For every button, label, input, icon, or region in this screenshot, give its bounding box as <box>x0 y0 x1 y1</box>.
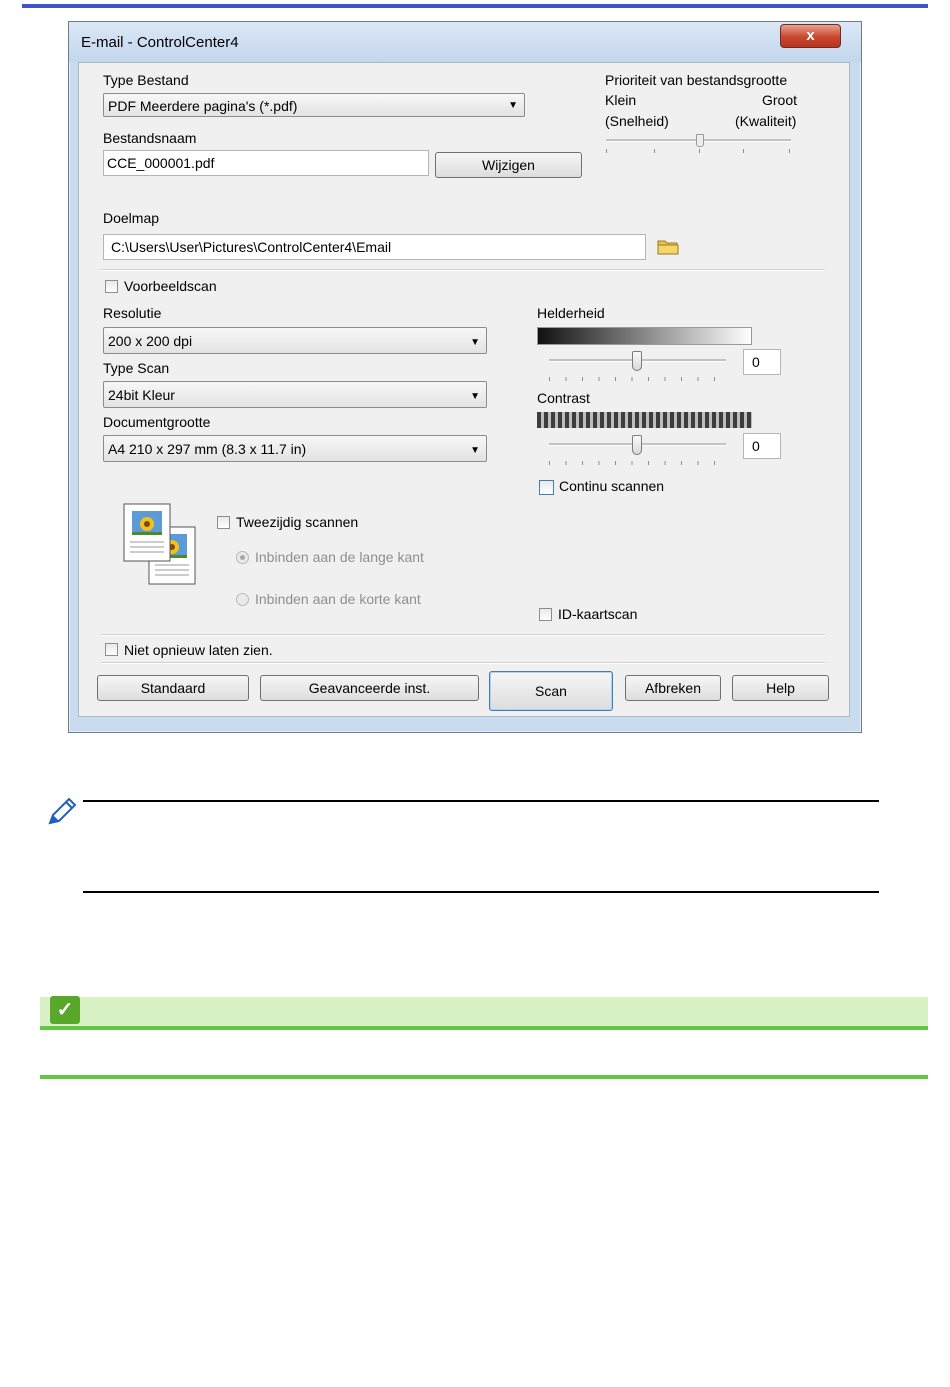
page-top-bar <box>22 4 928 8</box>
resolution-value: 200 x 200 dpi <box>108 333 193 349</box>
chevron-down-icon: ▼ <box>470 337 480 348</box>
chevron-down-icon: ▼ <box>508 100 518 111</box>
continuous-scan-label: Continu scannen <box>559 478 665 494</box>
pencil-icon <box>44 796 78 830</box>
document-size-value: A4 210 x 297 mm (8.3 x 11.7 in) <box>108 441 307 457</box>
brightness-slider-thumb[interactable] <box>632 351 642 371</box>
id-card-scan-label: ID-kaartscan <box>558 606 638 622</box>
chevron-down-icon: ▼ <box>470 391 480 402</box>
long-edge-label: Inbinden aan de lange kant <box>255 549 424 565</box>
preview-scan-label: Voorbeeldscan <box>124 278 217 294</box>
priority-tick <box>789 149 790 153</box>
priority-quality-label: (Kwaliteit) <box>735 113 797 129</box>
default-button[interactable]: Standaard <box>97 675 249 701</box>
document-size-select[interactable]: A4 210 x 297 mm (8.3 x 11.7 in) ▼ <box>103 435 487 462</box>
file-name-label: Bestandsnaam <box>103 130 197 146</box>
brightness-value-field[interactable]: 0 <box>743 349 781 375</box>
dont-show-again-checkbox[interactable] <box>105 643 118 656</box>
preview-scan-checkbox[interactable] <box>105 280 118 293</box>
window-title: E-mail - ControlCenter4 <box>81 34 239 51</box>
chevron-down-icon: ▼ <box>470 445 480 456</box>
checkmark-icon: ✓ <box>50 996 80 1024</box>
file-type-value: PDF Meerdere pagina's (*.pdf) <box>108 98 298 114</box>
duplex-document-icon <box>123 503 199 587</box>
brightness-ticks <box>549 377 726 381</box>
email-dialog-window: E-mail - ControlCenter4 x Type Bestand P… <box>68 21 862 733</box>
scan-type-label: Type Scan <box>103 360 170 376</box>
brightness-label: Helderheid <box>537 305 605 321</box>
note-top-rule <box>83 800 879 802</box>
contrast-value-field[interactable]: 0 <box>743 433 781 459</box>
cancel-button[interactable]: Afbreken <box>625 675 721 701</box>
destination-label: Doelmap <box>103 210 160 226</box>
separator <box>101 634 825 636</box>
id-card-scan-checkbox[interactable] <box>539 608 552 621</box>
priority-tick <box>699 149 700 153</box>
change-filename-button[interactable]: Wijzigen <box>435 152 582 178</box>
separator <box>101 662 825 664</box>
continuous-scan-checkbox[interactable] <box>539 480 554 495</box>
priority-tick <box>606 149 607 153</box>
destination-path-field[interactable]: C:\Users\User\Pictures\ControlCenter4\Em… <box>103 234 646 260</box>
priority-speed-label: (Snelheid) <box>605 113 669 129</box>
help-button[interactable]: Help <box>732 675 829 701</box>
contrast-pattern-bar <box>537 412 752 428</box>
duplex-scan-checkbox[interactable] <box>217 516 230 529</box>
duplex-scan-label: Tweezijdig scannen <box>236 514 359 530</box>
related-info-bottom-line <box>40 1075 928 1079</box>
short-edge-label: Inbinden aan de korte kant <box>255 591 421 607</box>
long-edge-radio[interactable] <box>236 551 249 564</box>
resolution-select[interactable]: 200 x 200 dpi ▼ <box>103 327 487 354</box>
contrast-ticks <box>549 461 726 465</box>
priority-tick <box>654 149 655 153</box>
file-type-select[interactable]: PDF Meerdere pagina's (*.pdf) ▼ <box>103 93 525 117</box>
priority-title: Prioriteit van bestandsgrootte <box>605 72 788 88</box>
scan-button[interactable]: Scan <box>489 671 613 711</box>
resolution-label: Resolutie <box>103 305 162 321</box>
scan-type-select[interactable]: 24bit Kleur ▼ <box>103 381 487 408</box>
dialog-client-area: Type Bestand PDF Meerdere pagina's (*.pd… <box>78 62 850 717</box>
related-info-bar <box>40 997 928 1027</box>
dont-show-again-label: Niet opnieuw laten zien. <box>124 642 273 658</box>
document-size-label: Documentgrootte <box>103 414 211 430</box>
contrast-slider-thumb[interactable] <box>632 435 642 455</box>
priority-tick <box>743 149 744 153</box>
brightness-gradient-bar <box>537 327 752 345</box>
priority-large-label: Groot <box>762 92 798 108</box>
scan-type-value: 24bit Kleur <box>108 387 175 403</box>
priority-slider-thumb[interactable] <box>696 134 704 147</box>
separator <box>101 269 825 271</box>
short-edge-radio[interactable] <box>236 593 249 606</box>
title-bar: E-mail - ControlCenter4 x <box>69 22 861 62</box>
priority-small-label: Klein <box>605 92 637 108</box>
file-name-field[interactable]: CCE_000001.pdf <box>103 150 429 176</box>
contrast-label: Contrast <box>537 390 590 406</box>
file-type-label: Type Bestand <box>103 72 189 88</box>
close-button[interactable]: x <box>780 24 841 48</box>
related-info-top-line <box>40 1026 928 1030</box>
advanced-settings-button[interactable]: Geavanceerde inst. <box>260 675 479 701</box>
folder-icon[interactable] <box>657 238 679 255</box>
note-bottom-rule <box>83 891 879 893</box>
